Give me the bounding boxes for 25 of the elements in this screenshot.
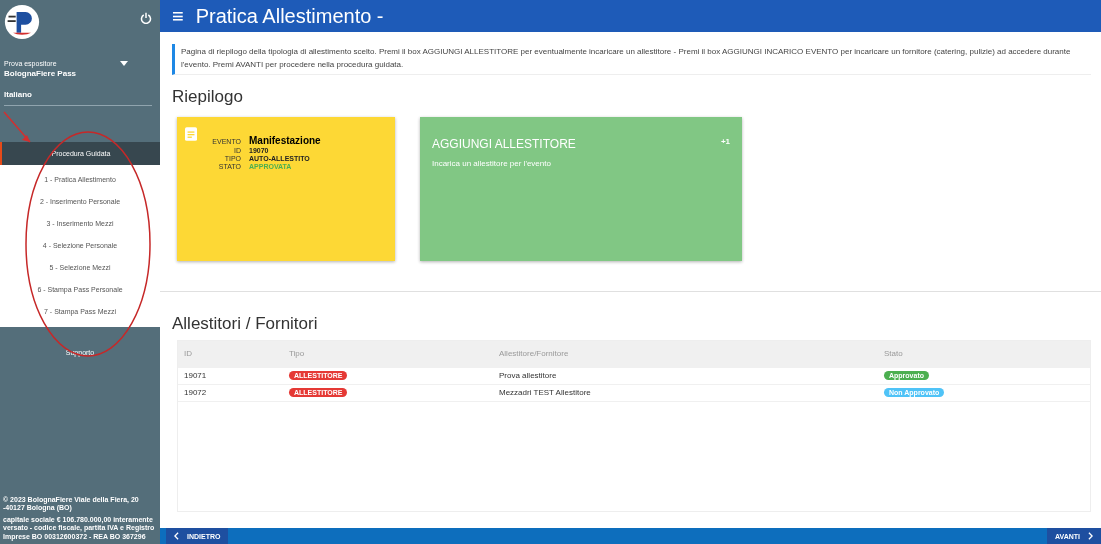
menu-icon[interactable]: ≡ xyxy=(172,4,184,28)
language-select[interactable]: Italiano xyxy=(4,82,152,106)
field-value: Manifestazione xyxy=(249,134,322,146)
info-note: Pagina di riepilogo della tipologia di allestimento scelto. Premi il box AGGIUNGI ALLESTITORE per eventualmente incaricare un allestitore - Premi il box AGGIUNGI INCARICO EVENTO per incaricare un fornitore (catering, pulizie) ad accedere durante l'evento. Premi AVANTI per procedere nella procedura guidata. xyxy=(172,44,1091,75)
column-header: Tipo xyxy=(289,349,306,359)
card-title: AGGIUNGI ALLESTITORE xyxy=(432,136,576,151)
chevron-left-icon xyxy=(174,532,179,540)
card-count: +1 xyxy=(720,136,730,148)
column-header: Allestitore/Fornitore xyxy=(499,349,570,359)
user-name: BolognaFiere Pass xyxy=(4,69,78,78)
table-cell-text: 19072 xyxy=(184,388,208,398)
table-cell-text: Mezzadri TEST Allestitore xyxy=(499,388,592,398)
power-icon[interactable] xyxy=(140,12,152,24)
clipboard-icon xyxy=(185,126,197,141)
logo-icon xyxy=(4,4,40,40)
caret-icon[interactable] xyxy=(120,61,128,66)
column-header: Stato xyxy=(884,349,904,359)
section-title: Allestitori / Fornitori xyxy=(172,313,319,334)
page-title: Pratica Allestimento - xyxy=(195,4,384,28)
card-subtitle: Incarica un allestitore per l'evento xyxy=(432,158,552,168)
table-cell-text: Prova allestitore xyxy=(499,371,558,381)
section-title: Riepilogo xyxy=(172,86,244,107)
column-header: ID xyxy=(184,349,193,359)
table-cell-text: 19071 xyxy=(184,371,208,381)
chevron-right-icon xyxy=(1088,532,1093,540)
